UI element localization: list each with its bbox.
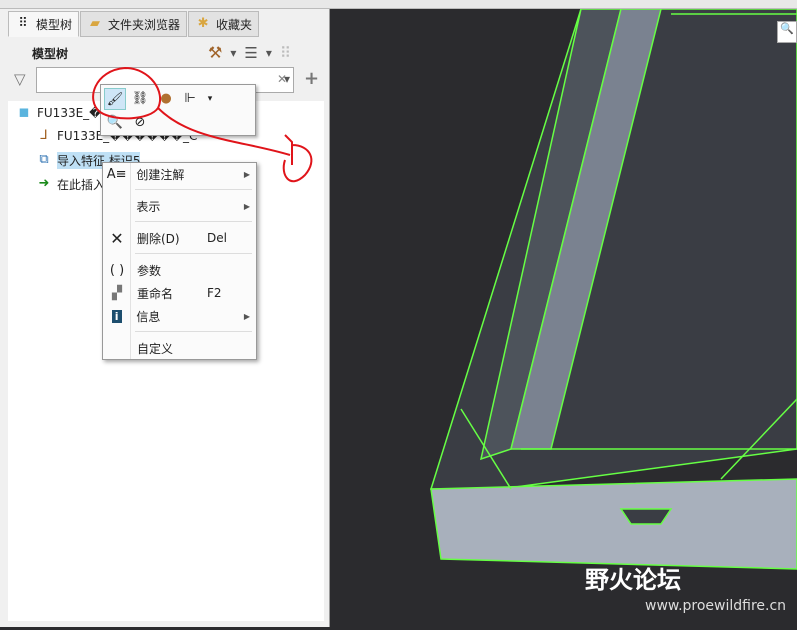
menu-item-parameters[interactable]: ( ) 参数 bbox=[103, 259, 256, 281]
annotation-mark-1 bbox=[282, 134, 313, 183]
annotation-circle bbox=[92, 66, 161, 120]
info-icon: i bbox=[103, 309, 130, 324]
annotation-line bbox=[157, 107, 291, 156]
menu-item-delete[interactable]: ✕ 删除(D) Del bbox=[103, 227, 256, 249]
wireframe-model bbox=[429, 8, 797, 570]
view-zoom-button[interactable]: 🔍 bbox=[777, 21, 797, 43]
delete-icon: ✕ bbox=[110, 228, 124, 248]
3d-viewport[interactable]: 🔍 bbox=[331, 8, 797, 627]
watermark-url: www.proewildfire.cn bbox=[645, 598, 787, 614]
annotation-overlay bbox=[92, 66, 313, 183]
watermark-logo: 野火论坛 bbox=[585, 566, 681, 594]
menu-item-customize[interactable]: 自定义 bbox=[103, 337, 256, 359]
rename-icon: ▞ bbox=[112, 285, 122, 301]
submenu-arrow-icon: ▶ bbox=[243, 201, 250, 211]
submenu-arrow-icon: ▶ bbox=[243, 311, 250, 321]
parameters-icon: ( ) bbox=[109, 262, 125, 278]
menu-item-info[interactable]: i 信息 ▶ bbox=[103, 305, 256, 327]
menu-item-rename[interactable]: ▞ 重命名 F2 bbox=[103, 282, 256, 304]
